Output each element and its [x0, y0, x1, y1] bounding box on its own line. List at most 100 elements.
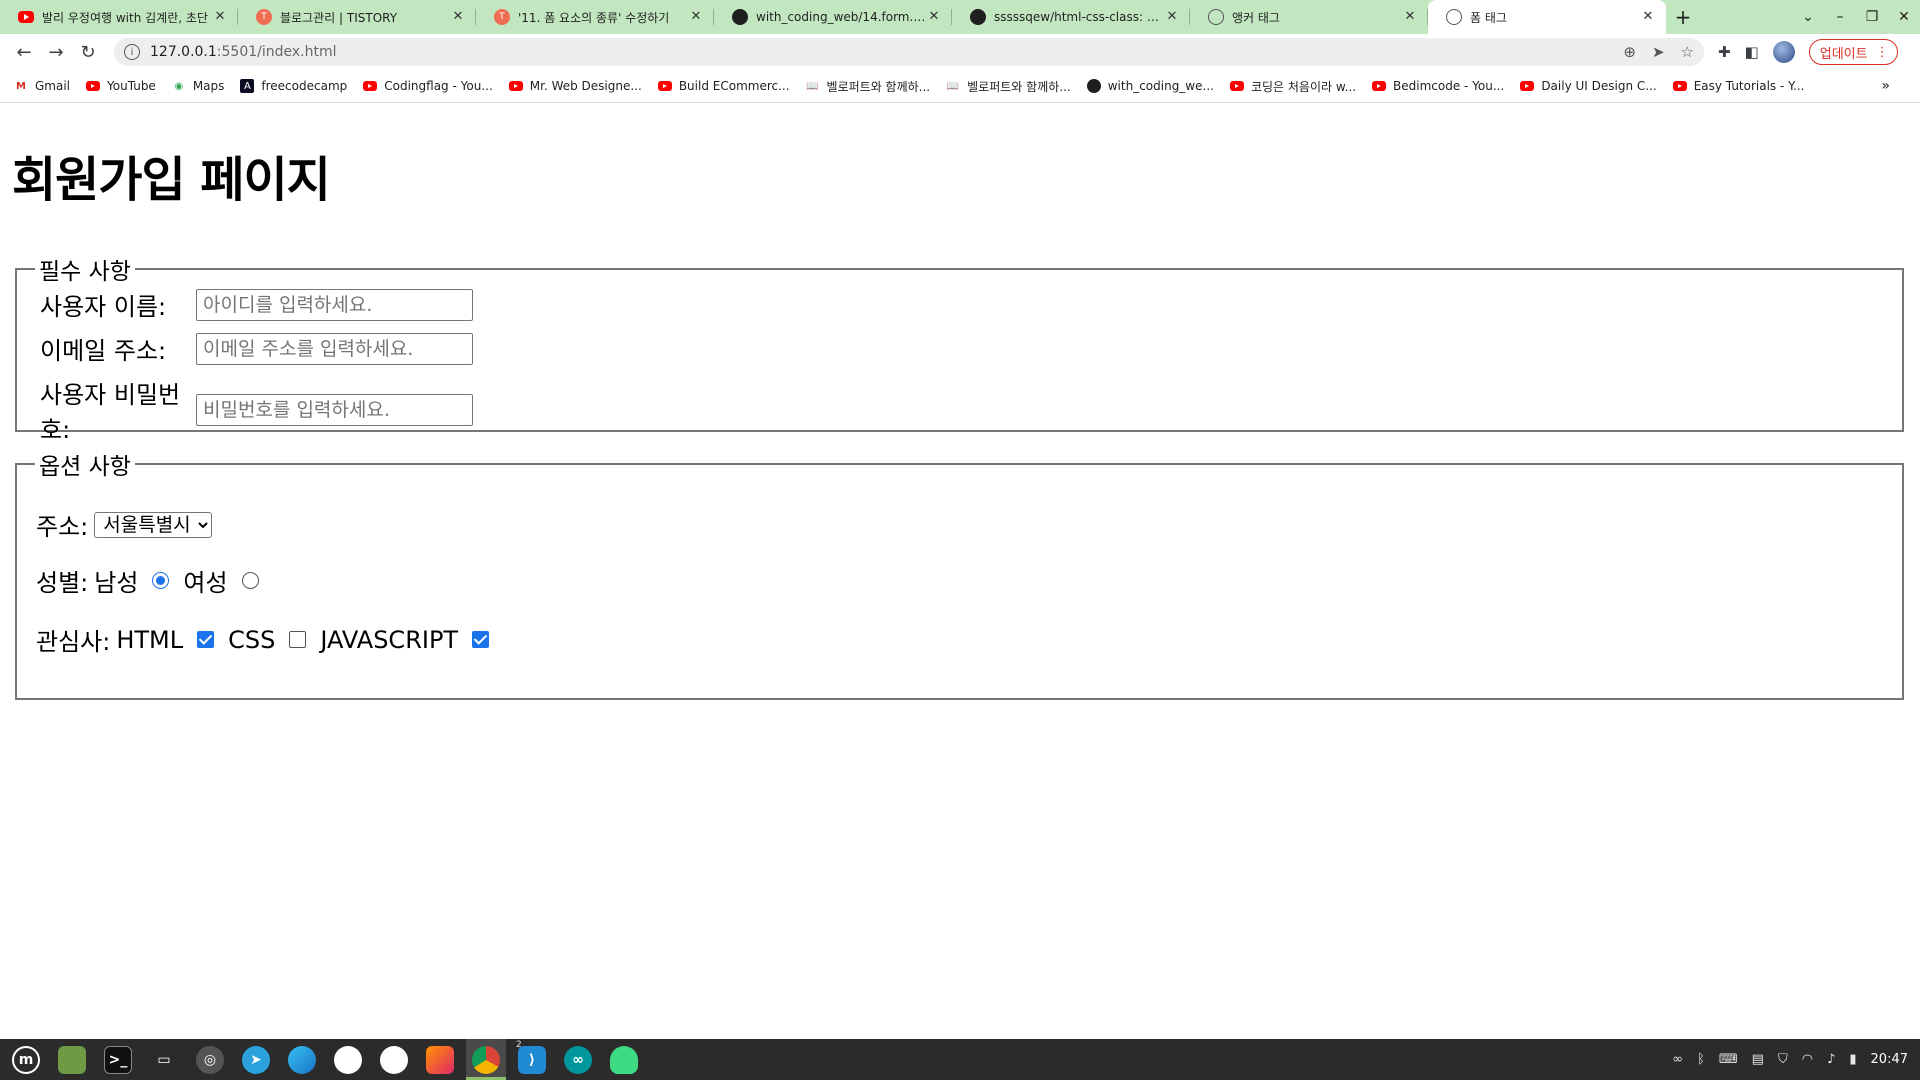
edge-icon: [288, 1045, 316, 1074]
bookmark-velopert-1[interactable]: 📖 벨로퍼트와 함께하...: [806, 78, 930, 95]
telegram-icon: ➤: [242, 1045, 270, 1074]
bookmark-youtube[interactable]: YouTube: [86, 79, 156, 93]
interest-css-checkbox[interactable]: [289, 631, 307, 648]
zoom-icon[interactable]: ⊕: [1623, 43, 1636, 61]
android-icon: [610, 1045, 638, 1074]
taskbar-files[interactable]: ▭: [144, 1039, 184, 1080]
wifi-icon[interactable]: ◠: [1802, 1052, 1813, 1067]
back-button[interactable]: ←: [8, 36, 40, 68]
bookmark-coding-first[interactable]: 코딩은 처음이라 w...: [1229, 78, 1356, 95]
tab-tistory-edit[interactable]: T '11. 폼 요소의 종류' 수정하기 ✕: [476, 0, 714, 34]
required-legend: 필수 사항: [39, 259, 131, 285]
site-info-icon[interactable]: i: [124, 44, 140, 60]
tab-close-icon[interactable]: ✕: [1640, 9, 1656, 25]
taskbar-vscode[interactable]: ⟩ 2: [512, 1039, 552, 1080]
side-panel-icon[interactable]: ◧: [1745, 43, 1759, 61]
tab-youtube-bali[interactable]: 발리 우정여행 with 김계란, 초단 ✕: [0, 0, 238, 34]
send-icon[interactable]: ➤: [1652, 43, 1665, 61]
battery-icon[interactable]: ▮: [1849, 1052, 1856, 1067]
volume-icon[interactable]: ♪: [1827, 1052, 1835, 1067]
close-window-icon[interactable]: ✕: [1888, 9, 1920, 25]
bookmark-with-coding-web[interactable]: with_coding_we...: [1086, 79, 1214, 93]
update-button[interactable]: 업데이트 ⋮: [1808, 39, 1898, 65]
tab-close-icon[interactable]: ✕: [926, 9, 942, 25]
book-icon: 📖: [806, 80, 819, 92]
bookmarks-overflow-icon[interactable]: »: [1881, 78, 1890, 94]
bookmark-easy-tutorials[interactable]: Easy Tutorials - Y...: [1672, 79, 1804, 93]
taskbar-maps[interactable]: M: [328, 1039, 368, 1080]
bookmark-daily-ui[interactable]: Daily UI Design C...: [1520, 79, 1657, 93]
taskbar-arduino[interactable]: ∞: [558, 1039, 598, 1080]
keyboard-icon[interactable]: ⌨: [1719, 1052, 1738, 1067]
toolbar-right: ✚ ◧ 업데이트 ⋮: [1718, 39, 1898, 65]
tab-close-icon[interactable]: ✕: [1402, 9, 1418, 25]
bookmark-freecodecamp[interactable]: Afreecodecamp: [240, 79, 347, 93]
book-icon: 📖: [946, 80, 960, 92]
tab-search-icon[interactable]: ⌄: [1792, 9, 1824, 25]
start-menu-button[interactable]: m: [6, 1039, 46, 1080]
youtube-icon: [86, 81, 101, 91]
taskbar-terminal[interactable]: >_: [98, 1039, 138, 1080]
gender-female-label: 여성: [183, 569, 228, 597]
taskbar-edge[interactable]: [282, 1039, 322, 1080]
bookmark-bedimcode[interactable]: Bedimcode - You...: [1372, 79, 1504, 93]
bookmark-velopert-2[interactable]: 📖 벨로퍼트와 함께하...: [946, 78, 1071, 95]
taskbar-firefox[interactable]: [420, 1039, 460, 1080]
bluetooth-icon[interactable]: ᛒ: [1697, 1052, 1705, 1067]
clipboard-icon[interactable]: ▤: [1752, 1052, 1764, 1067]
minimize-icon[interactable]: –: [1824, 9, 1856, 25]
forward-button[interactable]: →: [40, 36, 72, 68]
taskbar-show-desktop[interactable]: [52, 1039, 92, 1080]
address-row: 주소: 서울특별시: [36, 507, 213, 542]
youtube-icon: [363, 81, 378, 91]
youtube-icon: [1672, 81, 1687, 91]
bookmark-maps[interactable]: ◉ Maps: [172, 79, 224, 93]
infinity-tray-icon[interactable]: ∞: [1672, 1052, 1683, 1067]
tab-anchor[interactable]: 앵커 태그 ✕: [1190, 0, 1428, 34]
gender-male-radio[interactable]: [152, 572, 170, 589]
interest-javascript-checkbox[interactable]: [472, 631, 490, 648]
address-select[interactable]: 서울특별시: [94, 511, 213, 538]
taskbar-mongodb[interactable]: ❦: [374, 1039, 414, 1080]
password-input[interactable]: [196, 394, 473, 426]
clock[interactable]: 20:47: [1871, 1052, 1908, 1067]
bookmark-build-ecommerce[interactable]: Build ECommerc...: [657, 79, 790, 93]
taskbar-chrome[interactable]: [466, 1039, 506, 1080]
reload-button[interactable]: ↻: [72, 36, 104, 68]
globe-icon: [1208, 9, 1224, 25]
tab-close-icon[interactable]: ✕: [450, 9, 466, 25]
email-input[interactable]: [196, 332, 473, 365]
desktop-icon: [58, 1045, 86, 1074]
tab-form-active[interactable]: 폼 태그 ✕: [1428, 0, 1666, 34]
bookmark-mr-web-designer[interactable]: Mr. Web Designe...: [508, 79, 642, 93]
taskbar-telegram[interactable]: ➤: [236, 1039, 276, 1080]
tab-github-form[interactable]: with_coding_web/14.form.htm ✕: [714, 0, 952, 34]
chrome-icon: [472, 1045, 500, 1074]
extensions-icon[interactable]: ✚: [1718, 43, 1731, 61]
tab-close-icon[interactable]: ✕: [688, 9, 704, 25]
tab-title: 폼 태그: [1470, 10, 1507, 25]
taskbar-disc[interactable]: ◎: [190, 1039, 230, 1080]
tab-tistory-admin[interactable]: T 블로그관리 | TISTORY ✕: [238, 0, 476, 34]
address-bar[interactable]: i 127.0.0.1:5501/index.html ⊕ ➤ ☆: [114, 38, 1704, 66]
password-label: 사용자 비밀번호:: [40, 381, 181, 444]
tab-github-class[interactable]: sssssqew/html-css-class: htm ✕: [952, 0, 1190, 34]
firefox-icon: [426, 1045, 454, 1074]
profile-avatar[interactable]: [1772, 41, 1795, 63]
arduino-icon: ∞: [564, 1045, 592, 1074]
username-input[interactable]: [196, 288, 473, 321]
taskbar-android-studio[interactable]: [604, 1039, 644, 1080]
bookmark-gmail[interactable]: M Gmail: [14, 79, 70, 93]
bookmark-star-icon[interactable]: ☆: [1681, 43, 1694, 61]
bookmark-codingflag[interactable]: Codingflag - You...: [363, 79, 493, 93]
restore-icon[interactable]: ❐: [1856, 9, 1888, 25]
new-tab-button[interactable]: +: [1666, 0, 1700, 34]
tab-close-icon[interactable]: ✕: [212, 9, 228, 25]
shield-icon[interactable]: ⛉: [1778, 1052, 1788, 1067]
tab-close-icon[interactable]: ✕: [1164, 9, 1180, 25]
gender-female-radio[interactable]: [241, 572, 259, 589]
address-label: 주소:: [36, 513, 89, 541]
optional-legend: 옵션 사항: [39, 454, 131, 480]
interest-html-checkbox[interactable]: [197, 631, 215, 648]
mongodb-icon: ❦: [380, 1045, 408, 1074]
